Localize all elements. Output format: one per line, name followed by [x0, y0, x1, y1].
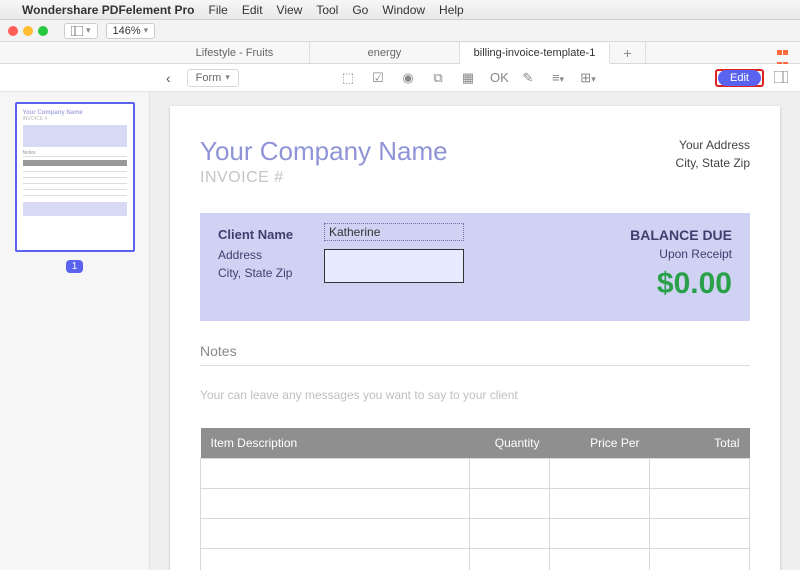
sidebar-icon	[71, 26, 83, 36]
company-name: Your Company Name	[200, 136, 448, 167]
table-row[interactable]	[201, 489, 750, 519]
radio-tool-icon[interactable]: ◉	[400, 70, 416, 86]
table-row[interactable]	[201, 459, 750, 489]
window-toolbar: ▾ 146% ▾	[0, 20, 800, 42]
close-window-icon[interactable]	[8, 26, 18, 36]
menu-tool[interactable]: Tool	[316, 3, 338, 17]
chevron-down-icon: ▾	[225, 72, 230, 83]
form-mode-label: Form	[196, 72, 222, 84]
col-item-description: Item Description	[201, 428, 470, 459]
balance-amount: $0.00	[630, 267, 732, 301]
minimize-window-icon[interactable]	[23, 26, 33, 36]
client-address-field[interactable]	[324, 249, 464, 283]
button-tool-icon[interactable]: OK	[490, 70, 506, 86]
thumbnail-sidebar: Your Company Name INVOICE # Notes 1	[0, 92, 150, 570]
upon-receipt-label: Upon Receipt	[630, 247, 732, 261]
sidebar-toggle-button[interactable]: ▾	[64, 23, 98, 39]
distribute-tool-icon[interactable]: ⊞▾	[580, 70, 596, 86]
your-address-line2: City, State Zip	[676, 154, 750, 172]
combobox-tool-icon[interactable]: ⧉	[430, 70, 446, 86]
window-controls	[8, 26, 48, 36]
menu-window[interactable]: Window	[382, 3, 425, 17]
align-tool-icon[interactable]: ≡▾	[550, 70, 566, 86]
menu-file[interactable]: File	[209, 3, 228, 17]
menu-help[interactable]: Help	[439, 3, 464, 17]
edit-button-highlight: Edit	[715, 69, 764, 87]
chevron-down-icon: ▾	[144, 25, 149, 36]
invoice-number-label: INVOICE #	[200, 169, 448, 187]
page-number-badge: 1	[66, 260, 84, 273]
edit-button[interactable]: Edit	[718, 70, 761, 86]
tab-energy[interactable]: energy	[310, 42, 460, 63]
client-name-field[interactable]	[324, 223, 464, 241]
form-mode-dropdown[interactable]: Form ▾	[187, 69, 239, 87]
pdf-page: Your Company Name INVOICE # Your Address…	[170, 106, 780, 570]
notes-divider	[200, 365, 750, 366]
signature-tool-icon[interactable]: ✎	[520, 70, 536, 86]
zoom-dropdown[interactable]: 146% ▾	[106, 23, 156, 39]
col-total: Total	[650, 428, 750, 459]
panel-toggle-icon[interactable]	[774, 70, 788, 86]
form-tool-icons: ⬚ ☑ ◉ ⧉ ▦ OK ✎ ≡▾ ⊞▾	[340, 70, 596, 86]
menu-view[interactable]: View	[277, 3, 303, 17]
macos-menubar: Wondershare PDFelement Pro File Edit Vie…	[0, 0, 800, 20]
balance-due-label: BALANCE DUE	[630, 227, 732, 243]
fullscreen-window-icon[interactable]	[38, 26, 48, 36]
col-price-per: Price Per	[550, 428, 650, 459]
checkbox-tool-icon[interactable]: ☑	[370, 70, 386, 86]
tab-billing-invoice[interactable]: billing-invoice-template-1	[460, 43, 610, 64]
chevron-down-icon: ▾	[86, 25, 91, 36]
option-bar: ‹ Form ▾ ⬚ ☑ ◉ ⧉ ▦ OK ✎ ≡▾ ⊞▾ Edit	[0, 64, 800, 92]
textfield-tool-icon[interactable]: ⬚	[340, 70, 356, 86]
new-tab-button[interactable]: +	[610, 42, 646, 63]
menu-edit[interactable]: Edit	[242, 3, 263, 17]
your-address-block: Your Address City, State Zip	[676, 136, 750, 172]
zoom-value: 146%	[113, 25, 141, 37]
col-quantity: Quantity	[470, 428, 550, 459]
main-area: Your Company Name INVOICE # Notes 1 Your…	[0, 92, 800, 570]
document-viewport[interactable]: Your Company Name INVOICE # Your Address…	[150, 92, 800, 570]
listbox-tool-icon[interactable]: ▦	[460, 70, 476, 86]
tab-lifestyle-fruits[interactable]: Lifestyle - Fruits	[160, 42, 310, 63]
table-row[interactable]	[201, 549, 750, 570]
menu-go[interactable]: Go	[352, 3, 368, 17]
back-button[interactable]: ‹	[160, 70, 177, 86]
notes-placeholder-text: Your can leave any messages you want to …	[200, 388, 750, 402]
app-name[interactable]: Wondershare PDFelement Pro	[22, 3, 195, 17]
app-grid-icon[interactable]	[776, 47, 788, 59]
line-items-table: Item Description Quantity Price Per Tota…	[200, 428, 750, 570]
page-thumbnail-1[interactable]: Your Company Name INVOICE # Notes	[15, 102, 135, 252]
notes-heading: Notes	[200, 343, 750, 359]
table-row[interactable]	[201, 519, 750, 549]
your-address-line1: Your Address	[676, 136, 750, 154]
client-balance-box: Client Name Address City, State Zip BALA…	[200, 213, 750, 321]
document-tabs: Lifestyle - Fruits energy billing-invoic…	[0, 42, 800, 64]
